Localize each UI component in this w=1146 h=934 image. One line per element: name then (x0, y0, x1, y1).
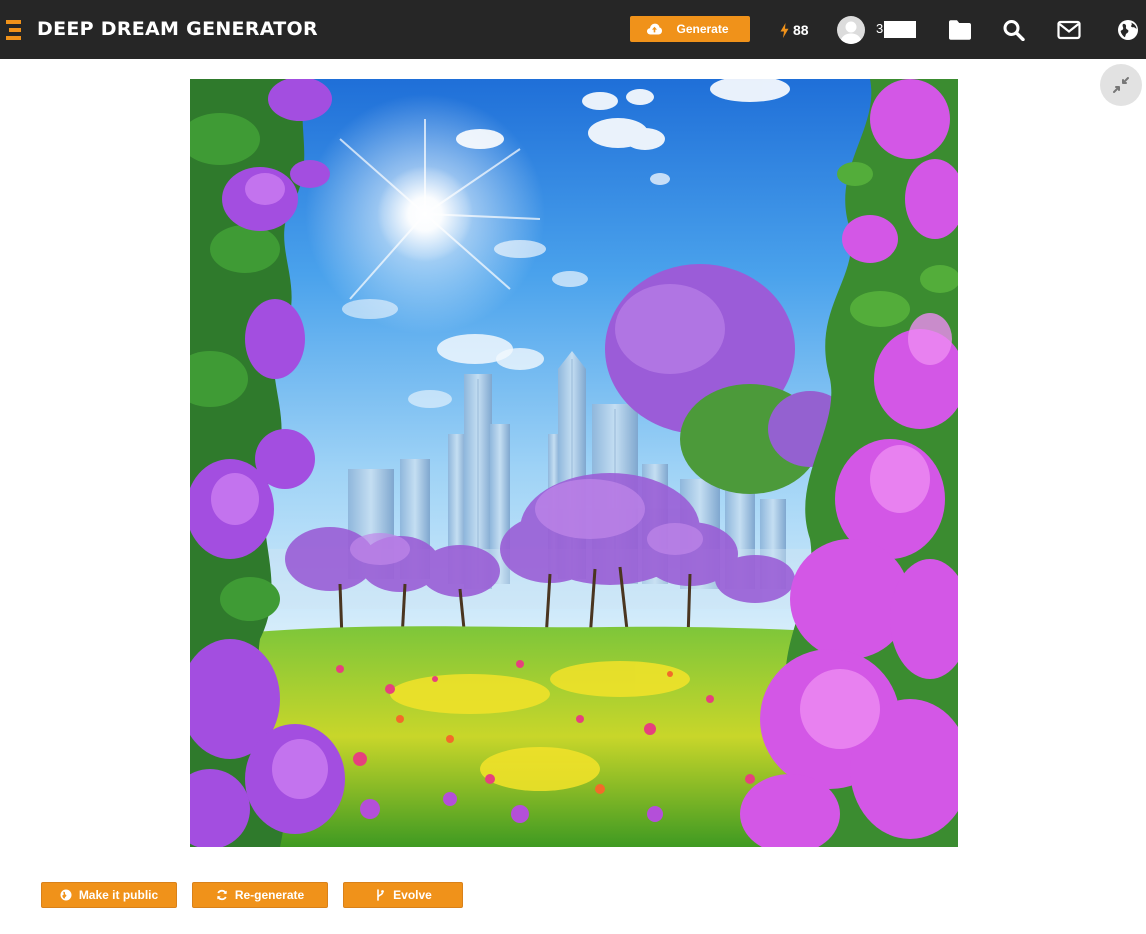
search-icon[interactable] (1002, 19, 1026, 41)
cloud-upload-icon (647, 23, 663, 35)
generated-artwork[interactable] (190, 79, 958, 847)
regenerate-button[interactable]: Re-generate (192, 882, 328, 908)
compress-icon (1113, 77, 1129, 93)
username[interactable]: 3 (876, 20, 916, 38)
generate-label: Generate (676, 22, 729, 36)
energy-credits[interactable]: 88 (780, 21, 809, 39)
artwork-image (190, 79, 958, 847)
mail-icon[interactable] (1057, 19, 1081, 41)
globe-icon (60, 889, 72, 901)
folder-icon[interactable] (948, 19, 972, 41)
top-navigation-bar: DEEP DREAM GENERATOR Generate 88 3 (0, 0, 1146, 59)
refresh-icon (216, 889, 227, 901)
evolve-button[interactable]: Evolve (343, 882, 463, 908)
globe-icon[interactable] (1116, 19, 1140, 41)
evolve-label: Evolve (393, 888, 432, 902)
credits-count: 88 (793, 22, 809, 38)
logo-icon[interactable] (6, 20, 21, 40)
user-avatar-icon (840, 21, 862, 44)
username-redaction (884, 21, 916, 38)
brand-title[interactable]: DEEP DREAM GENERATOR (37, 17, 318, 41)
username-text: 3 (876, 21, 884, 36)
avatar[interactable] (837, 16, 865, 44)
regenerate-label: Re-generate (234, 888, 305, 902)
generate-button[interactable]: Generate (630, 16, 750, 42)
make-public-label: Make it public (78, 888, 159, 902)
make-public-button[interactable]: Make it public (41, 882, 177, 908)
code-branch-icon (377, 889, 385, 901)
collapse-view-button[interactable] (1100, 64, 1142, 106)
lightning-icon (780, 22, 789, 38)
